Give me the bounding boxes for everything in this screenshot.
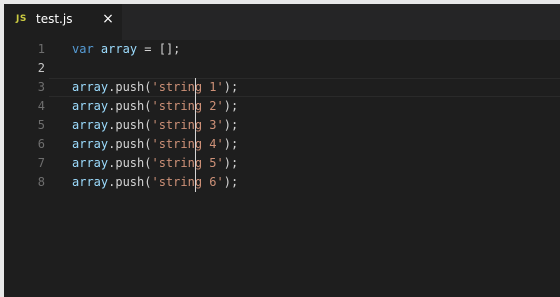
punctuation-token: ); bbox=[223, 175, 239, 189]
line-number: 4 bbox=[37, 99, 45, 113]
punctuation-token: ); bbox=[223, 80, 239, 94]
string-token: 'string 5' bbox=[151, 156, 224, 170]
line-number: 6 bbox=[37, 137, 45, 151]
line-number-gutter: 1 2 3 4 5 6 7 8 bbox=[4, 40, 49, 297]
text-cursor bbox=[195, 154, 196, 173]
code-line: array.push('string 1'); bbox=[72, 78, 238, 97]
text-cursor bbox=[195, 116, 196, 135]
code-line: array.push('string 3'); bbox=[72, 116, 238, 135]
keyword-token: var bbox=[72, 42, 94, 56]
line-number: 7 bbox=[37, 156, 45, 170]
text-cursor bbox=[195, 78, 196, 97]
string-token: 'string 3' bbox=[151, 118, 224, 132]
editor-window: JS test.js × 1 2 3 4 5 6 7 8 var array =… bbox=[0, 0, 560, 297]
punctuation-token: ); bbox=[223, 156, 239, 170]
method-call-token: .push( bbox=[108, 156, 152, 170]
variable-token: array bbox=[72, 80, 109, 94]
text-cursor bbox=[195, 173, 196, 192]
variable-token: array bbox=[100, 42, 138, 56]
code-line: array.push('string 6'); bbox=[72, 173, 238, 192]
variable-token: array bbox=[72, 118, 109, 132]
line-number: 5 bbox=[37, 118, 45, 132]
string-token: 'string 4' bbox=[151, 137, 224, 151]
string-token: 'string 1' bbox=[151, 80, 224, 94]
punctuation-token: = []; bbox=[137, 42, 181, 56]
javascript-file-icon: JS bbox=[16, 14, 27, 24]
line-number: 2 bbox=[37, 61, 45, 75]
code-area[interactable]: var array = []; array.push('string 1'); … bbox=[72, 40, 560, 297]
code-line: array.push('string 2'); bbox=[72, 97, 238, 116]
tab-bar: JS test.js × bbox=[4, 0, 560, 40]
tab-test-js[interactable]: JS test.js × bbox=[4, 4, 122, 40]
variable-token: array bbox=[72, 137, 109, 151]
variable-token: array bbox=[72, 99, 109, 113]
punctuation-token: ); bbox=[223, 99, 239, 113]
text-cursor bbox=[195, 97, 196, 116]
method-call-token: .push( bbox=[108, 118, 152, 132]
method-call-token: .push( bbox=[108, 175, 152, 189]
code-editor[interactable]: 1 2 3 4 5 6 7 8 var array = []; array.pu… bbox=[4, 40, 560, 297]
tab-title: test.js bbox=[36, 12, 73, 26]
code-line: var array = []; bbox=[72, 40, 180, 59]
code-line: array.push('string 5'); bbox=[72, 154, 238, 173]
punctuation-token: ); bbox=[223, 137, 239, 151]
method-call-token: .push( bbox=[108, 80, 152, 94]
variable-token: array bbox=[72, 156, 109, 170]
line-number: 3 bbox=[37, 80, 45, 94]
line-number: 8 bbox=[37, 175, 45, 189]
line-number: 1 bbox=[37, 42, 45, 56]
method-call-token: .push( bbox=[108, 137, 152, 151]
code-line: array.push('string 4'); bbox=[72, 135, 238, 154]
string-token: 'string 2' bbox=[151, 99, 224, 113]
variable-token: array bbox=[72, 175, 109, 189]
text-cursor bbox=[195, 135, 196, 154]
close-icon[interactable]: × bbox=[100, 11, 116, 27]
string-token: 'string 6' bbox=[151, 175, 224, 189]
punctuation-token: ); bbox=[223, 118, 239, 132]
method-call-token: .push( bbox=[108, 99, 152, 113]
